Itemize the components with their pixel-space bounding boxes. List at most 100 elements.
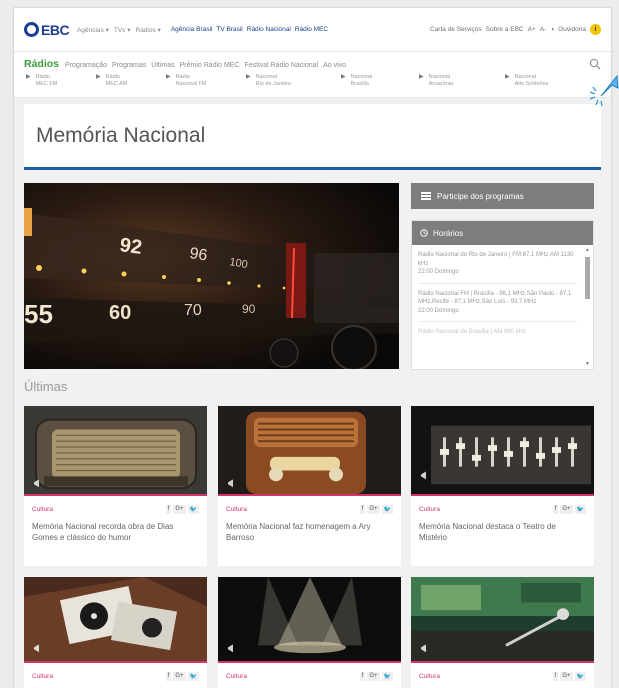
radios-dropdown[interactable]: Rádios ▾ xyxy=(136,26,161,34)
schedule-item: Rádio Nacional FM | Brasília - 96,1 MHz,… xyxy=(418,290,577,322)
station-list: ▶ Rádio MEC FM ▶ Rádio MEC AM ▶ Rádio Nacional… xyxy=(24,74,601,88)
station-line1: Rádio xyxy=(105,74,120,80)
news-card[interactable]: Cultura f G+ 🐦 xyxy=(24,577,207,688)
google-plus-share-icon[interactable]: G+ xyxy=(173,671,186,681)
participe-programas-button[interactable]: Participe dos programas xyxy=(411,183,594,209)
station-mec-am[interactable]: ▶ Rádio MEC AM xyxy=(96,74,166,88)
facebook-share-icon[interactable]: f xyxy=(359,504,366,514)
vinyl-records-image[interactable] xyxy=(24,577,207,663)
radios-brand-link[interactable]: Rádios xyxy=(24,58,59,70)
card-meta: Cultura f G+ 🐦 xyxy=(218,496,401,514)
stage-lights-image[interactable] xyxy=(218,577,401,663)
nav-festival-radio-nacional[interactable]: Festival Rádio Nacional xyxy=(245,62,319,69)
facebook-share-icon[interactable]: f xyxy=(552,504,559,514)
google-plus-share-icon[interactable]: G+ xyxy=(560,504,573,514)
search-icon[interactable] xyxy=(589,58,601,70)
news-card[interactable]: Cultura f G+ 🐦 Memória Nacional destaca … xyxy=(411,406,594,566)
ebc-top-bar: EBC Agências ▾ TVs ▾ Rádios ▾ Agência Br… xyxy=(14,8,611,52)
twitter-share-icon[interactable]: 🐦 xyxy=(574,671,586,681)
google-plus-share-icon[interactable]: G+ xyxy=(367,504,380,514)
vintage-radio-image[interactable] xyxy=(218,406,401,496)
sobre-ebc-link[interactable]: Sobre a EBC xyxy=(486,26,524,33)
old-radio-image[interactable] xyxy=(24,406,207,496)
facebook-share-icon[interactable]: f xyxy=(552,671,559,681)
nav-premio-radio-mec[interactable]: Prêmio Rádio MEC xyxy=(180,62,240,69)
ebc-logo[interactable]: EBC xyxy=(24,21,70,38)
contrast-icon[interactable]: ◑ xyxy=(550,26,554,33)
hero-radio-dial-image[interactable]: 92 96 100 55 60 70 90 xyxy=(24,183,399,369)
card-headline[interactable]: Memória Nacional recorda obra de Dias Go… xyxy=(24,514,207,551)
twitter-share-icon[interactable]: 🐦 xyxy=(574,504,586,514)
facebook-share-icon[interactable]: f xyxy=(165,671,172,681)
card-meta: Cultura f G+ 🐦 xyxy=(24,496,207,514)
ouvidoria-link[interactable]: Ouvidoria xyxy=(558,26,586,33)
station-nacional-fm[interactable]: ▶ Rádio Nacional FM xyxy=(166,74,246,88)
ebc-logo-text: EBC xyxy=(41,21,70,38)
dial-number: 96 xyxy=(188,245,208,264)
nav-programas[interactable]: Programas xyxy=(112,62,146,69)
facebook-share-icon[interactable]: f xyxy=(165,504,172,514)
audio-mixer-image[interactable] xyxy=(411,406,594,496)
news-card[interactable]: Cultura f G+ 🐦 xyxy=(411,577,594,688)
font-increase-button[interactable]: A+ xyxy=(528,26,536,33)
dial-number: 90 xyxy=(242,302,256,316)
twitter-share-icon[interactable]: 🐦 xyxy=(187,671,199,681)
facebook-share-icon[interactable]: f xyxy=(359,671,366,681)
nav-ao-vivo[interactable]: Ao vivo xyxy=(323,62,346,69)
ebc-logo-mark-icon xyxy=(24,22,39,37)
radio-nacional-link[interactable]: Rádio Nacional xyxy=(247,26,291,33)
scroll-up-arrow-icon[interactable]: ▲ xyxy=(585,247,590,253)
category-link[interactable]: Cultura xyxy=(32,506,53,513)
carta-servicos-link[interactable]: Carta de Serviços xyxy=(430,26,482,33)
category-link[interactable]: Cultura xyxy=(226,673,247,680)
nav-ultimas[interactable]: Últimas xyxy=(151,62,174,69)
category-link[interactable]: Cultura xyxy=(226,506,247,513)
dial-number: 60 xyxy=(109,302,131,324)
twitter-share-icon[interactable]: 🐦 xyxy=(381,671,393,681)
station-line2: Brasília xyxy=(350,81,369,87)
scroll-down-arrow-icon[interactable]: ▼ xyxy=(585,361,590,367)
tvs-dropdown[interactable]: TVs ▾ xyxy=(114,26,131,34)
twitter-share-icon[interactable]: 🐦 xyxy=(381,504,393,514)
schedule-time: 22:00 Domingo xyxy=(418,269,459,275)
news-card[interactable]: Cultura f G+ 🐦 Memória Nacional recorda … xyxy=(24,406,207,566)
schedule-time: 22:00 Domingo xyxy=(418,307,459,314)
station-nacional-alto-solimoes[interactable]: ▶ Nacional Alto Solimões xyxy=(505,74,585,88)
horarios-panel: Horários Rádio Nacional do Rio de Janeir… xyxy=(411,220,594,370)
ultimas-heading: Últimas xyxy=(24,379,68,394)
share-buttons: f G+ 🐦 xyxy=(164,504,199,514)
google-plus-share-icon[interactable]: G+ xyxy=(367,671,380,681)
category-link[interactable]: Cultura xyxy=(419,506,440,513)
horarios-list[interactable]: Rádio Nacional do Rio de Janeiro | FM 87… xyxy=(412,245,593,369)
card-headline[interactable]: Memória Nacional faz homenagem a Ary Bar… xyxy=(218,514,401,551)
google-plus-share-icon[interactable]: G+ xyxy=(560,671,573,681)
card-meta: Cultura f G+ 🐦 xyxy=(24,663,207,681)
horarios-header: Horários xyxy=(412,221,593,245)
news-card[interactable]: Cultura f G+ 🐦 xyxy=(218,577,401,688)
station-line1: Rádio xyxy=(175,74,190,80)
radio-mec-link[interactable]: Rádio MEC xyxy=(295,26,328,33)
radios-nav: Rádios Programação Programas Últimas Prê… xyxy=(14,52,611,98)
station-line2: MEC AM xyxy=(105,81,128,87)
page-title-box: Memória Nacional xyxy=(24,104,601,170)
card-headline[interactable]: Memória Nacional destaca o Teatro de Mis… xyxy=(411,514,594,551)
station-nacional-rio[interactable]: ▶ Nacional Rio de Janeiro xyxy=(246,74,341,88)
agencias-dropdown[interactable]: Agências ▾ xyxy=(77,26,109,34)
station-nacional-amazonia[interactable]: ▶ Nacional Amazônia xyxy=(419,74,505,88)
radio-studio-microphone-image[interactable] xyxy=(411,577,594,663)
play-icon: ▶ xyxy=(96,74,101,80)
category-link[interactable]: Cultura xyxy=(419,673,440,680)
card-meta: Cultura f G+ 🐦 xyxy=(411,663,594,681)
nav-programacao[interactable]: Programação xyxy=(65,62,107,69)
category-link[interactable]: Cultura xyxy=(32,673,53,680)
news-card[interactable]: Cultura f G+ 🐦 Memória Nacional faz home… xyxy=(218,406,401,566)
station-mec-fm[interactable]: ▶ Rádio MEC FM xyxy=(26,74,96,88)
tv-brasil-link[interactable]: TV Brasil xyxy=(216,26,242,33)
station-nacional-brasilia[interactable]: ▶ Nacional Brasília xyxy=(341,74,419,88)
twitter-share-icon[interactable]: 🐦 xyxy=(187,504,199,514)
font-decrease-button[interactable]: A- xyxy=(540,26,547,33)
agencia-brasil-link[interactable]: Agência Brasil xyxy=(171,26,213,33)
info-badge-icon[interactable]: i xyxy=(590,24,601,35)
google-plus-share-icon[interactable]: G+ xyxy=(173,504,186,514)
scrollbar-thumb[interactable] xyxy=(585,257,590,299)
